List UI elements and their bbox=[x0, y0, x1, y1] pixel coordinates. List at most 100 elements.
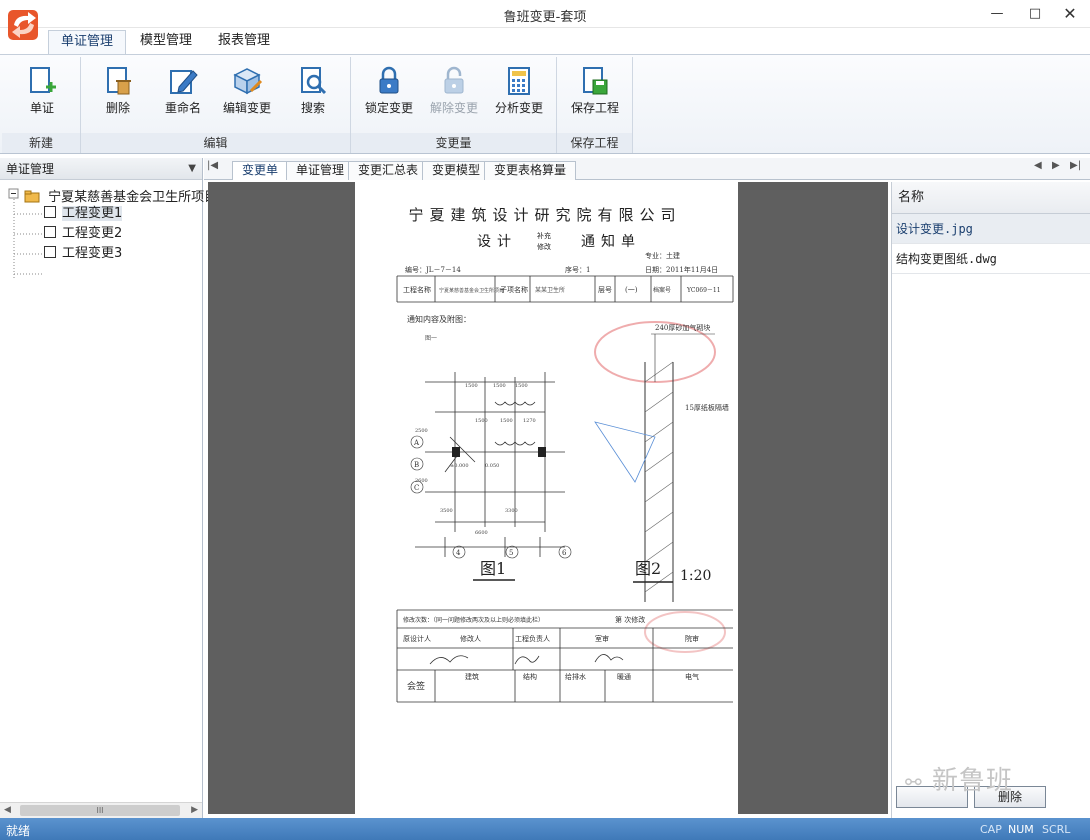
institute-review-label: 院审 bbox=[685, 634, 699, 643]
tab-change-summary[interactable]: 变更汇总表 bbox=[348, 161, 429, 180]
save-project-button[interactable]: 保存工程 bbox=[562, 61, 628, 123]
content-fig-mark: 图一 bbox=[425, 335, 437, 342]
new-document-icon bbox=[30, 67, 56, 93]
dim-label: 2500 bbox=[415, 428, 428, 434]
horizontal-scrollbar[interactable]: ◀ III ▶ bbox=[0, 802, 202, 818]
tab-doc-management[interactable]: 单证管理 bbox=[286, 161, 355, 180]
rename-button[interactable]: 重命名 bbox=[150, 61, 216, 123]
tab-doc-management[interactable]: 单证管理 bbox=[48, 30, 127, 54]
content-label: 通知内容及附图： bbox=[407, 314, 471, 324]
file-row[interactable]: 设计变更.jpg bbox=[892, 214, 1090, 244]
floor-value: (一) bbox=[625, 286, 638, 294]
search-button[interactable]: 搜索 bbox=[280, 61, 346, 123]
group-save-label: 保存工程 bbox=[557, 133, 632, 153]
handwritten-signatures bbox=[429, 654, 624, 665]
scroll-right-icon[interactable]: ▶ bbox=[191, 805, 198, 815]
axis-markers: A B C 4 5 6 bbox=[410, 435, 572, 559]
tree-item-change-3[interactable]: 工程变更3 bbox=[44, 245, 122, 263]
tab-next-icon[interactable]: ▶ bbox=[1052, 160, 1060, 171]
dim-label: 0.050 bbox=[485, 463, 499, 469]
project-name: 宁夏某慈善基金会卫生所项目 bbox=[48, 190, 218, 205]
tab-change-model[interactable]: 变更模型 bbox=[422, 161, 491, 180]
unlock-change-label: 解除变更 bbox=[429, 101, 478, 115]
ribbon-tab-strip: 单证管理 模型管理 报表管理 bbox=[0, 28, 1090, 54]
num-lock-indicator: NUM bbox=[1008, 823, 1034, 836]
watermark-text: 新鲁班 bbox=[932, 766, 1014, 796]
dim-label: 1500 bbox=[493, 383, 506, 389]
axis-label: A bbox=[413, 439, 420, 447]
tree-project-node[interactable]: 宁夏某慈善基金会卫生所项目 bbox=[24, 186, 217, 205]
scroll-thumb[interactable]: III bbox=[20, 805, 180, 816]
tab-change-order[interactable]: 变更单 bbox=[232, 161, 289, 180]
tab-prev-icon[interactable]: ◀ bbox=[1034, 160, 1042, 171]
dim-label: 1500 bbox=[500, 418, 513, 424]
document-tab-strip: |◀ 变更单 单证管理 变更汇总表 变更模型 变更表格算量 ◀ ▶ ▶| bbox=[204, 158, 1090, 180]
axis-label: B bbox=[414, 461, 419, 469]
scale-label: 1:20 bbox=[680, 568, 711, 584]
dim-label: 3300 bbox=[505, 508, 518, 514]
dimension-labels: 1500 1500 1500 1500 1500 1270 3500 3300 … bbox=[415, 383, 536, 536]
rename-label: 重命名 bbox=[164, 101, 201, 115]
name-column-header[interactable]: 名称 bbox=[892, 182, 1090, 214]
countersign-label: 会签 bbox=[407, 680, 425, 692]
rename-pencil-icon bbox=[170, 70, 198, 94]
edit-change-label: 编辑变更 bbox=[222, 101, 271, 115]
floor-label: 层号 bbox=[598, 286, 612, 294]
checkbox[interactable] bbox=[44, 206, 56, 218]
change-notice-drawing: 宁夏建筑设计研究院有限公司 设计 补充 修改 通知单 专业：土建 编号：JL－7… bbox=[396, 206, 734, 703]
new-document-label: 单证 bbox=[29, 101, 54, 115]
unlock-change-button[interactable]: 解除变更 bbox=[421, 61, 487, 123]
dropdown-arrow-icon[interactable]: ▼ bbox=[188, 158, 196, 180]
maximize-icon[interactable]: □ bbox=[1022, 4, 1048, 24]
tab-report-management[interactable]: 报表管理 bbox=[206, 30, 282, 54]
tree-item-change-2[interactable]: 工程变更2 bbox=[44, 225, 122, 243]
axis-label: 5 bbox=[509, 549, 513, 557]
tab-first-icon[interactable]: |◀ bbox=[207, 160, 218, 171]
new-document-button[interactable]: 单证 bbox=[9, 61, 75, 123]
attachment-panel: 名称 设计变更.jpg 结构变更图纸.dwg 删除 bbox=[891, 182, 1090, 818]
status-bar: 就绪 CAP NUM SCRL bbox=[0, 818, 1090, 840]
project-value: 宁夏某慈善基金会卫生所项目 bbox=[439, 287, 504, 294]
ribbon-separator bbox=[632, 57, 633, 153]
disc-structure: 结构 bbox=[523, 672, 537, 681]
close-icon[interactable]: ✕ bbox=[1057, 4, 1083, 24]
scroll-left-icon[interactable]: ◀ bbox=[4, 805, 11, 815]
disc-electrical: 电气 bbox=[685, 672, 699, 681]
checkbox[interactable] bbox=[44, 226, 56, 238]
tree-item-label: 工程变更1 bbox=[62, 206, 123, 221]
tab-last-icon[interactable]: ▶| bbox=[1070, 160, 1081, 171]
axis-label: 6 bbox=[562, 549, 567, 557]
status-text: 就绪 bbox=[6, 824, 31, 838]
modifier-label: 修改人 bbox=[460, 634, 481, 643]
original-designer-label: 原设计人 bbox=[403, 634, 431, 643]
tree-item-change-1[interactable]: 工程变更1 bbox=[44, 205, 123, 223]
delete-button[interactable]: 删除 bbox=[85, 61, 151, 123]
fig1-label: 图1 bbox=[480, 559, 506, 578]
checkbox[interactable] bbox=[44, 246, 56, 258]
form-title-notice: 通知单 bbox=[581, 233, 641, 250]
app-logo-icon[interactable] bbox=[6, 5, 42, 45]
project-label: 工程名称 bbox=[403, 285, 431, 294]
unlock-icon bbox=[444, 66, 464, 94]
drawing-label: 档案号 bbox=[653, 286, 671, 294]
tab-model-management[interactable]: 模型管理 bbox=[128, 30, 204, 54]
edit-change-button[interactable]: 编辑变更 bbox=[214, 61, 280, 123]
group-edit-label: 编辑 bbox=[81, 133, 350, 153]
dim-label: 1500 bbox=[465, 383, 478, 389]
file-row[interactable]: 结构变更图纸.dwg bbox=[892, 244, 1090, 274]
delete-icon bbox=[107, 67, 131, 95]
axis-label: C bbox=[414, 484, 419, 492]
analyze-change-label: 分析变更 bbox=[494, 101, 543, 115]
tree-item-label: 工程变更2 bbox=[62, 226, 123, 241]
save-project-icon bbox=[583, 67, 608, 95]
seq-field: 序号：1 bbox=[565, 265, 590, 274]
change-times-label: 第 次修改 bbox=[615, 615, 645, 624]
lock-change-button[interactable]: 锁定变更 bbox=[356, 61, 422, 123]
analyze-change-button[interactable]: 分析变更 bbox=[486, 61, 552, 123]
tab-change-table-calc[interactable]: 变更表格算量 bbox=[484, 161, 577, 180]
detail-note-240: 240厚砂加气砌块 bbox=[655, 323, 710, 332]
axis-label: 4 bbox=[456, 549, 461, 557]
scroll-lock-indicator: SCRL bbox=[1042, 823, 1071, 836]
minimize-icon[interactable]: — bbox=[984, 4, 1010, 24]
project-lead-label: 工程负责人 bbox=[515, 634, 550, 643]
